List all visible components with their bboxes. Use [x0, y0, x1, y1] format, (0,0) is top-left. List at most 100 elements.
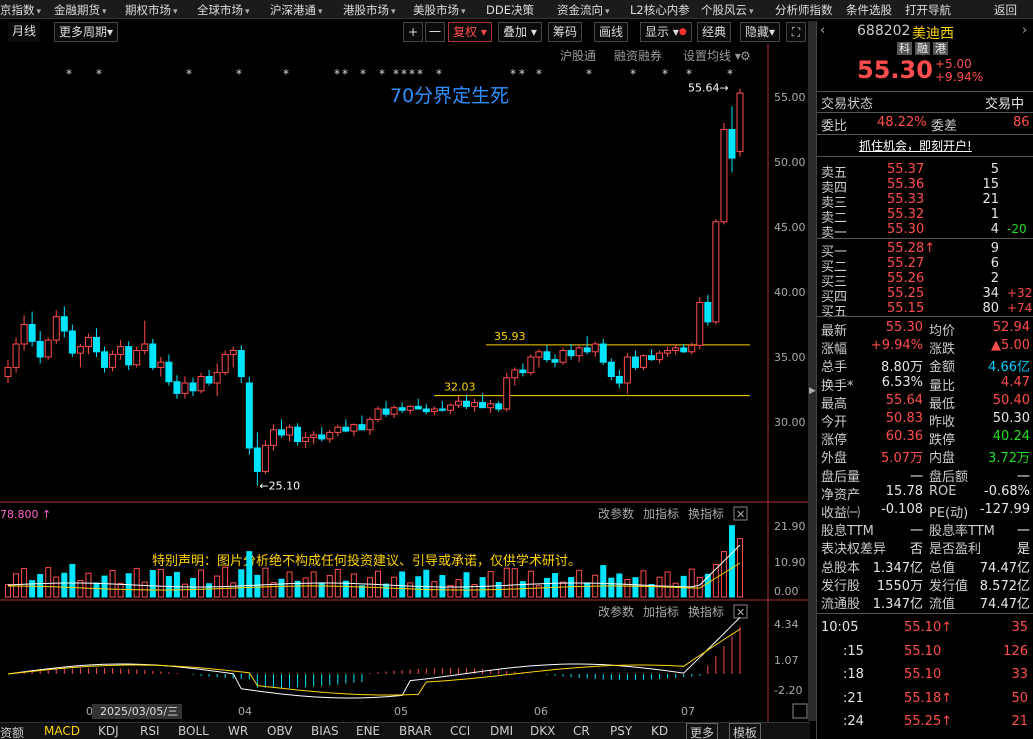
top-menu-10[interactable]: 个股风云: [701, 2, 754, 18]
volume-bar: [101, 575, 108, 598]
order-price: 55.27: [887, 256, 925, 271]
more-periods-dropdown[interactable]: 更多周期▾: [54, 22, 119, 42]
top-menu-6[interactable]: 美股市场: [413, 2, 466, 18]
top-menu-9[interactable]: L2核心内参: [630, 2, 690, 18]
tick-row: 10:05 55.10↑ 35: [817, 620, 1033, 638]
next-stock-icon[interactable]: ›: [1022, 23, 1027, 38]
hide-dropdown[interactable]: 隐藏▾: [740, 22, 781, 42]
indicator-tab-8[interactable]: ENE: [356, 724, 380, 738]
fullscreen-icon[interactable]: ⛶: [786, 22, 806, 42]
indicator-tab-3[interactable]: RSI: [140, 724, 160, 738]
buy-order-row[interactable]: 买四 55.25 34 +32: [817, 286, 1033, 305]
buy-order-row[interactable]: 买五 55.15 80 +74: [817, 301, 1033, 320]
indicator-tab-4[interactable]: BOLL: [178, 724, 209, 738]
promo-link[interactable]: 抓住机会，即刻开户!: [817, 137, 1033, 155]
indicator-tab-5[interactable]: WR: [228, 724, 248, 738]
buy-order-row[interactable]: 买一 55.28↑ 9: [817, 241, 1033, 260]
stat-value: 是: [1016, 542, 1030, 558]
stock-code: 688202: [857, 23, 911, 39]
buy-order-row[interactable]: 买二 55.27 6: [817, 256, 1033, 275]
candle: [221, 353, 229, 374]
volume-bar: [350, 573, 357, 598]
time-tick-label: 06: [534, 705, 548, 718]
stat-value: 8.80万: [881, 360, 923, 376]
period-month-button[interactable]: 月线: [8, 22, 41, 42]
classic-button[interactable]: 经典: [697, 22, 732, 42]
indicator-tab-10[interactable]: CCI: [450, 724, 470, 738]
candle: [157, 361, 165, 368]
display-dropdown[interactable]: 显示 ▾●: [640, 22, 692, 42]
indicator-tab-15[interactable]: KD: [651, 724, 668, 738]
info-marker-icon: *: [334, 67, 340, 81]
volume-bar: [511, 568, 518, 598]
top-menu-5[interactable]: 港股市场: [343, 2, 396, 18]
indicator-tab-11[interactable]: DMI: [490, 724, 513, 738]
candle: [728, 129, 736, 159]
stat-label: 总手: [821, 360, 848, 376]
zoom-in-button[interactable]: +: [403, 22, 423, 42]
close-icon: ✕: [736, 508, 745, 521]
candle: [591, 343, 599, 353]
indicator-tab-2[interactable]: KDJ: [98, 724, 119, 738]
info-marker-icon: *: [510, 67, 516, 81]
top-menu-14[interactable]: 返回: [994, 2, 1017, 18]
indicator-tab-17[interactable]: 模板: [729, 723, 762, 739]
indicator-tab-16[interactable]: 更多: [686, 723, 719, 739]
buy-order-row[interactable]: 买三 55.26 2: [817, 271, 1033, 290]
trade-status-value: 交易中: [985, 97, 1025, 112]
overlay-dropdown[interactable]: 叠加 ▾: [498, 22, 542, 42]
volume-bar: [576, 569, 583, 598]
volume-top-value: 78.800 ↑: [0, 508, 51, 521]
tick-time: :24: [843, 714, 864, 729]
top-menu-0[interactable]: 京指数: [0, 2, 41, 18]
indicator-tab-0[interactable]: 资额: [0, 724, 24, 739]
volume-bar: [600, 565, 607, 598]
sell-order-row[interactable]: 卖四 55.36 15: [817, 177, 1033, 196]
tick-volume: 35: [1011, 620, 1028, 635]
indicator-tab-9[interactable]: BRAR: [399, 724, 432, 738]
top-menu-13[interactable]: 打开导航: [905, 2, 951, 18]
zoom-out-button[interactable]: 一: [425, 22, 445, 42]
volume-add: 加指标: [643, 506, 679, 521]
sell-order-row[interactable]: 卖一 55.30 4 -20: [817, 222, 1033, 241]
draw-line-button[interactable]: 画线: [594, 22, 629, 42]
top-menu-8[interactable]: 资金流向: [557, 2, 610, 18]
stat-value: 1550万: [876, 578, 923, 594]
indicator-tab-1[interactable]: MACD: [44, 724, 80, 738]
sell-order-row[interactable]: 卖五 55.37 5: [817, 162, 1033, 181]
stat-value: 74.47亿: [979, 560, 1030, 576]
promo-text[interactable]: 抓住机会，即刻开户!: [859, 137, 972, 154]
top-menu-7[interactable]: DDE决策: [486, 2, 534, 18]
candle: [390, 407, 398, 415]
indicator-tab-6[interactable]: OBV: [267, 724, 293, 738]
indicator-tab-14[interactable]: PSY: [610, 724, 632, 738]
sell-order-row[interactable]: 卖二 55.32 1: [817, 207, 1033, 226]
prev-stock-icon[interactable]: ‹: [820, 23, 825, 38]
top-menu-4[interactable]: 沪深港通: [270, 2, 323, 18]
stat-value: 74.47亿: [979, 597, 1030, 612]
tick-price: 55.10↑: [904, 620, 953, 635]
panel-splitter[interactable]: ▶: [808, 21, 816, 721]
candle: [302, 437, 310, 443]
top-menu-3[interactable]: 全球市场: [197, 2, 250, 18]
indicator-tab-7[interactable]: BIAS: [311, 724, 339, 738]
stock-name: 美迪西: [912, 26, 954, 42]
kline-chart-area[interactable]: 沪股通 融资融券 设置均线 ▾ ⚙ 70分界定生死 55.00 50.00 45.00 40.0…: [0, 44, 810, 724]
candle: [607, 361, 615, 378]
indicator-tab-13[interactable]: CR: [573, 724, 590, 738]
fuquan-dropdown[interactable]: 复权 ▾: [448, 22, 492, 42]
indicator-tab-12[interactable]: DKX: [530, 724, 555, 738]
candle: [720, 129, 728, 223]
candle: [277, 429, 285, 436]
top-menu-1[interactable]: 金融期货: [54, 2, 107, 18]
sell-order-row[interactable]: 卖三 55.33 21: [817, 192, 1033, 211]
volume-bar: [632, 577, 639, 598]
info-marker-icon: *: [727, 67, 733, 81]
stat-value: 5.07万: [881, 451, 923, 467]
top-menu-12[interactable]: 条件选股: [846, 2, 892, 18]
chips-button[interactable]: 筹码: [548, 22, 583, 42]
top-menu-11[interactable]: 分析师指数: [775, 2, 833, 18]
collapse-arrow-icon[interactable]: ▶: [809, 386, 816, 396]
top-menu-2[interactable]: 期权市场: [125, 2, 178, 18]
stat-row: 表决权差异 否是否盈利 是: [817, 538, 1033, 558]
